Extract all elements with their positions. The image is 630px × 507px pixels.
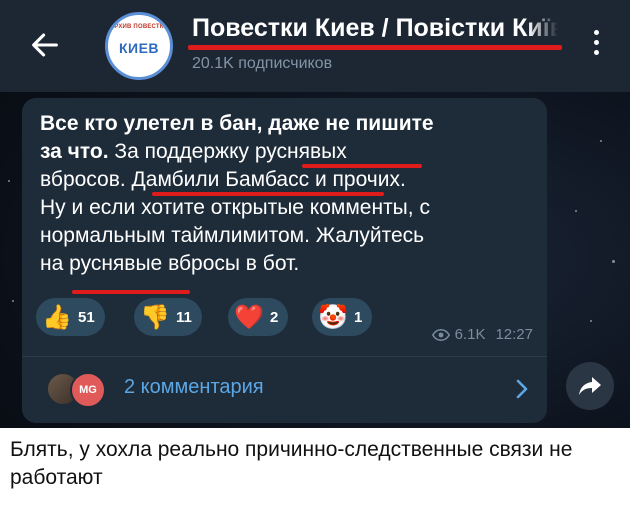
- dot-icon: [593, 30, 599, 35]
- more-menu-button[interactable]: [586, 30, 606, 64]
- comments-label: 2 комментария: [124, 376, 264, 398]
- reaction-count: 51: [78, 308, 95, 326]
- share-button[interactable]: [566, 362, 614, 410]
- red-underline: [152, 192, 384, 196]
- avatar-main-text: КИЕВ: [118, 40, 160, 56]
- back-button[interactable]: [28, 28, 62, 62]
- message-line: нормальным таймлимитом. Жалуйтесь: [40, 224, 425, 247]
- divider: [22, 356, 547, 357]
- clown-icon: 🤡: [318, 303, 348, 331]
- dot-icon: [593, 50, 599, 55]
- background-star: [8, 180, 10, 182]
- background-star: [600, 140, 602, 142]
- reaction-thumbs-down[interactable]: 👎 11: [134, 298, 202, 336]
- message-time: 12:27: [495, 326, 533, 343]
- post-caption: Блять, у хохла реально причинно-следстве…: [10, 438, 573, 489]
- red-underline: [302, 164, 422, 168]
- message-fragment: вбросов.: [40, 168, 132, 191]
- heart-icon: ❤️: [234, 303, 264, 331]
- telegram-screenshot: АРХИВ ПОВЕСТКИ КИЕВ Повестки Киев / Пові…: [0, 0, 630, 428]
- underlined-word: руснявые: [69, 252, 163, 275]
- message-bold-fragment: за что.: [40, 140, 109, 163]
- red-underline: [72, 290, 190, 294]
- background-star: [575, 210, 577, 212]
- message-fragment: на: [40, 252, 70, 275]
- reaction-count: 2: [270, 308, 279, 326]
- subscriber-count: 20.1K подписчиков: [192, 55, 333, 72]
- reaction-clown[interactable]: 🤡 1: [312, 298, 373, 336]
- reaction-thumbs-up[interactable]: 👍 51: [36, 298, 105, 336]
- comments-button[interactable]: MG 2 комментария: [22, 360, 547, 420]
- message-bold-line: Все кто улетел в бан, даже не пишите: [40, 112, 434, 135]
- arrow-left-icon: [32, 33, 58, 57]
- underlined-word: руснявых: [254, 140, 347, 163]
- message-fragment: и прочих.: [309, 168, 406, 191]
- message-bubble: Все кто улетел в бан, даже не пишите за …: [22, 98, 547, 423]
- message-meta: 6.1K 12:27: [431, 326, 533, 343]
- message-fragment: За поддержку: [108, 140, 255, 163]
- background-star: [12, 300, 14, 302]
- underlined-word: Дамбили Бамбасс: [131, 168, 310, 191]
- chat-header: АРХИВ ПОВЕСТКИ КИЕВ Повестки Киев / Пові…: [0, 0, 630, 92]
- reaction-count: 1: [354, 308, 363, 326]
- thumbs-down-icon: 👎: [140, 303, 170, 331]
- reaction-heart[interactable]: ❤️ 2: [228, 298, 289, 336]
- chevron-right-icon: [516, 379, 528, 399]
- message-line: Ну и если хотите открытые комменты, с: [40, 196, 430, 219]
- channel-title[interactable]: Повестки Киев / Повістки Київ: [192, 14, 558, 43]
- commenter-avatar-initials: MG: [70, 372, 106, 408]
- background-star: [590, 320, 592, 322]
- thumbs-up-icon: 👍: [42, 303, 72, 331]
- reaction-count: 11: [176, 308, 192, 326]
- background-star: [612, 260, 615, 263]
- dot-icon: [593, 40, 599, 45]
- red-underline: [188, 45, 562, 50]
- eye-icon: [431, 328, 450, 341]
- share-arrow-icon: [579, 377, 601, 395]
- message-fragment: вбросы в бот.: [162, 252, 300, 275]
- view-count: 6.1K: [454, 326, 486, 343]
- channel-avatar[interactable]: АРХИВ ПОВЕСТКИ КИЕВ: [105, 12, 173, 80]
- avatar-top-text: АРХИВ ПОВЕСТКИ: [109, 24, 169, 30]
